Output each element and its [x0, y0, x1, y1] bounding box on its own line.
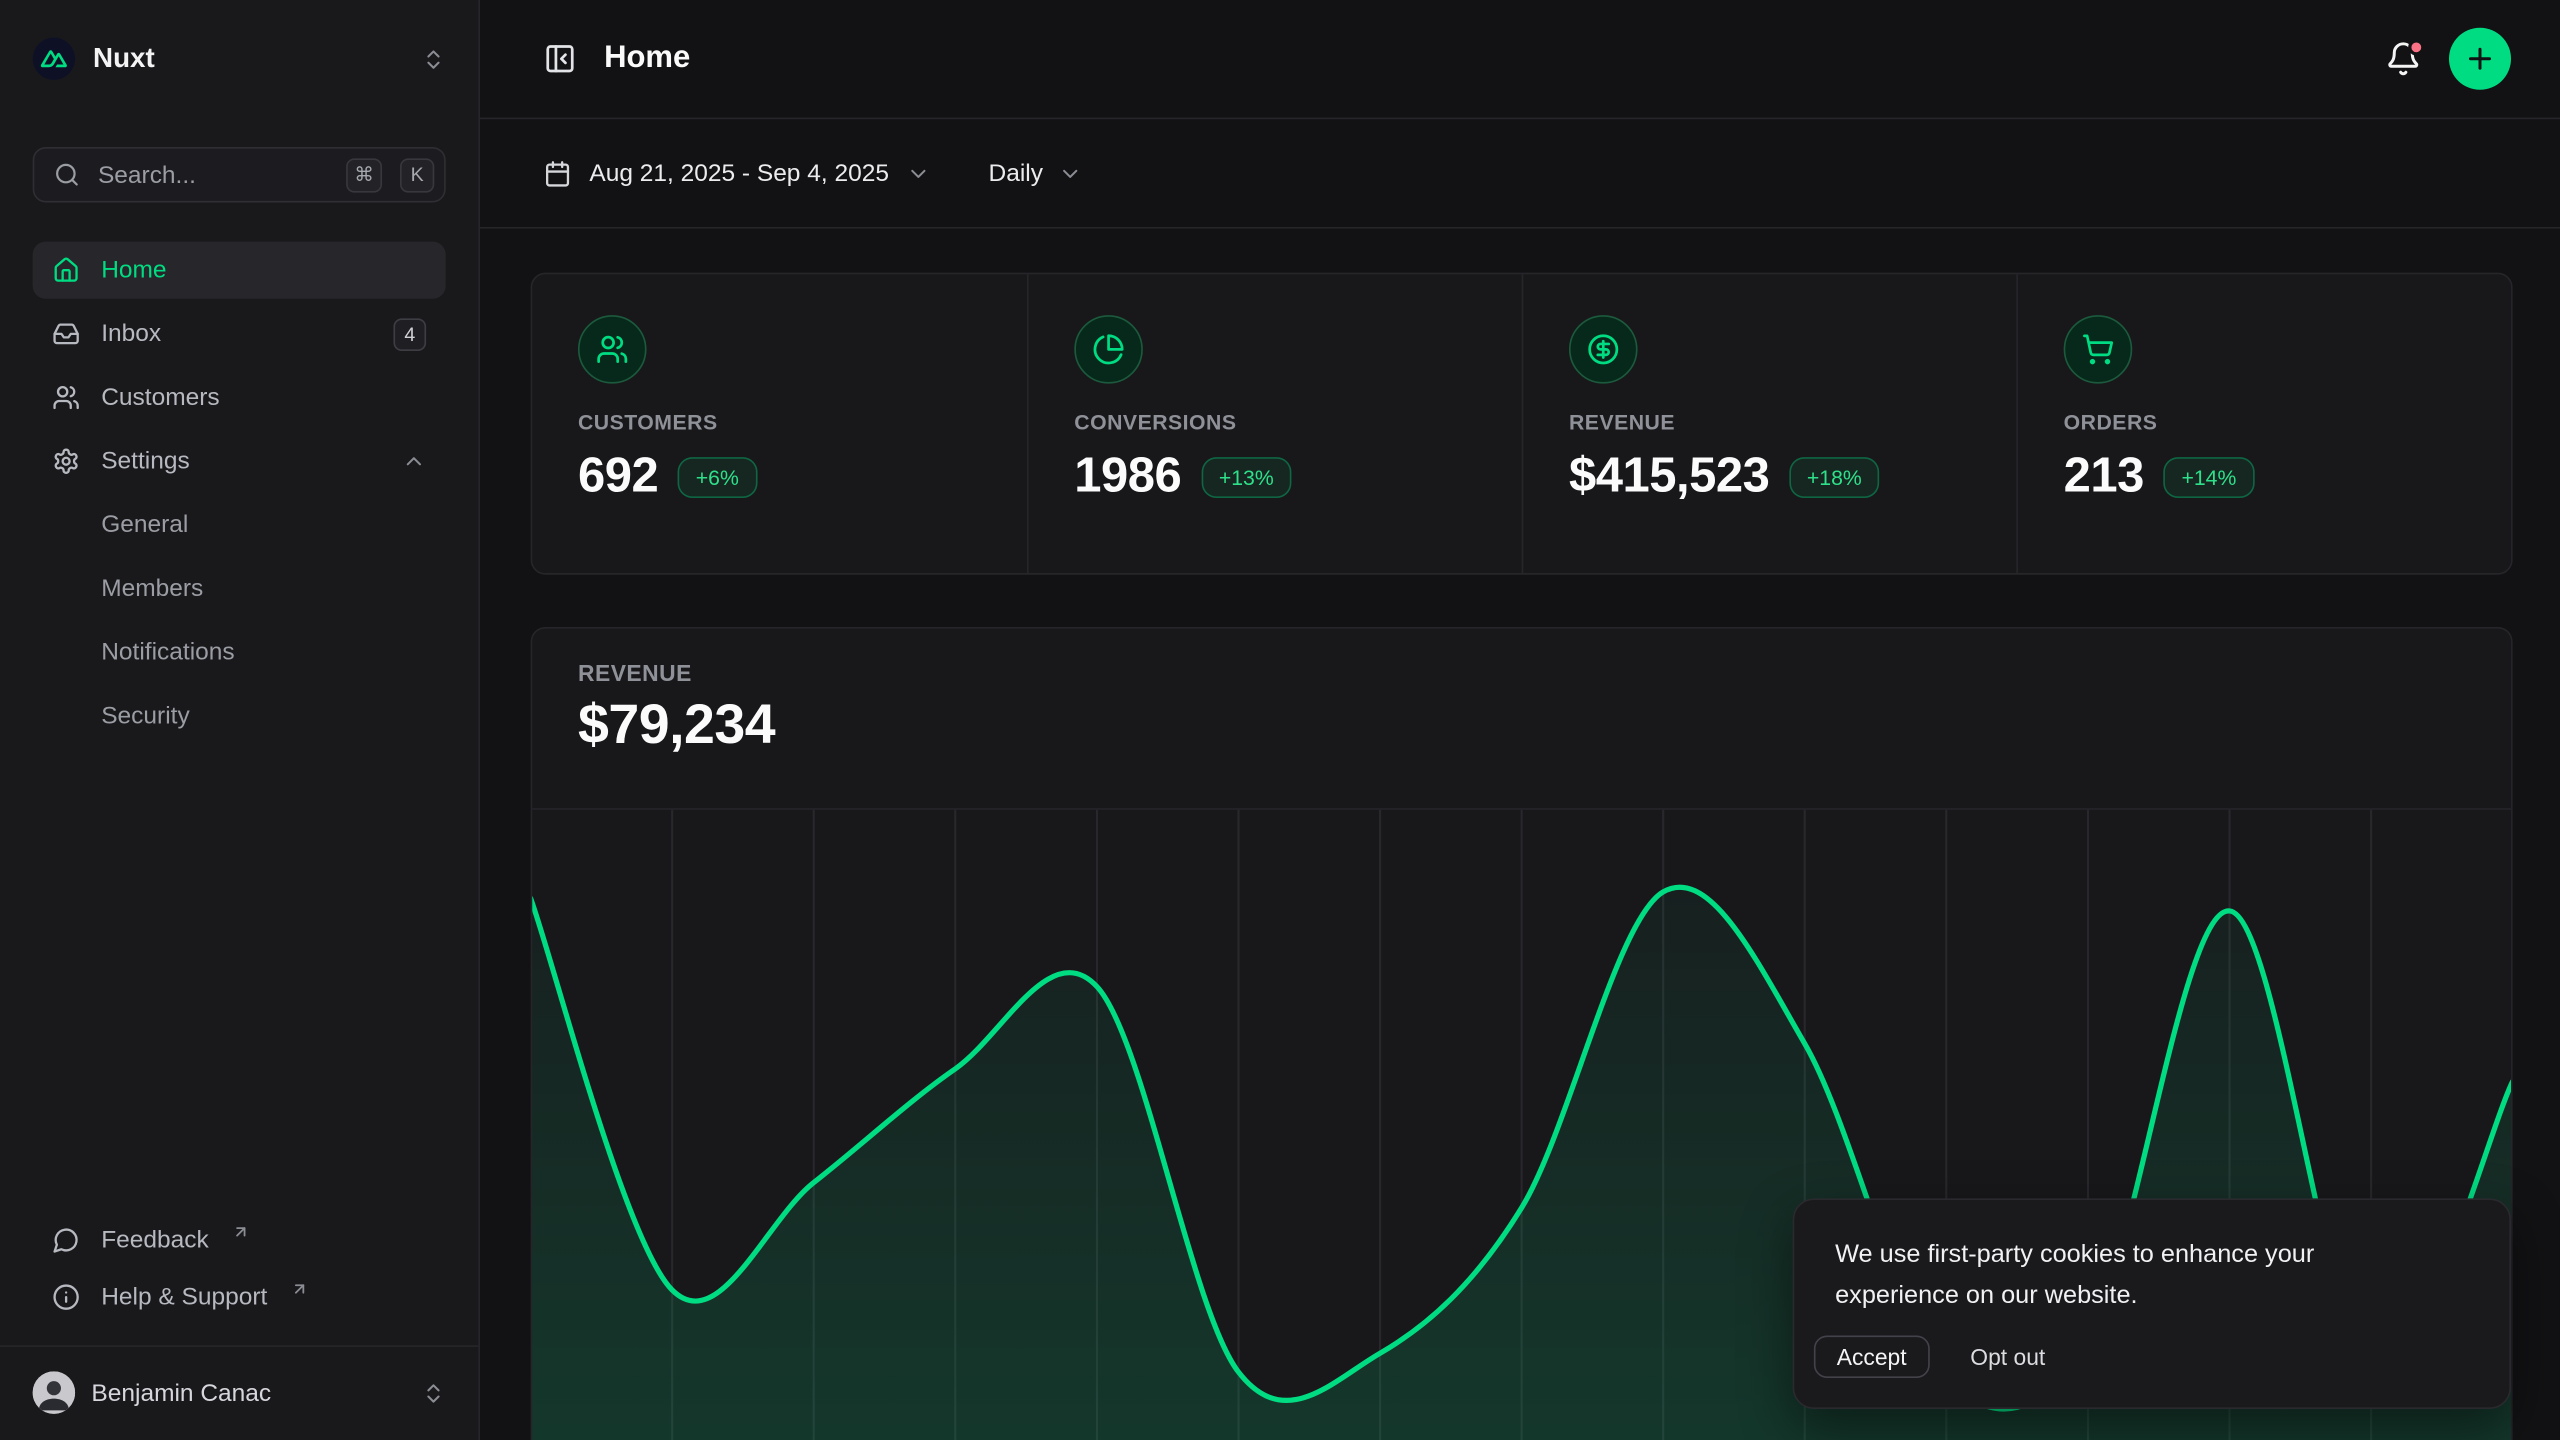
sidebar-item-label: Home	[101, 256, 166, 284]
brand-name: Nuxt	[93, 42, 403, 75]
chevron-down-icon	[907, 161, 931, 185]
stat-value: 1986	[1074, 449, 1181, 505]
help-support-label: Help & Support	[101, 1283, 267, 1311]
stat-card-revenue: REVENUE $415,523 +18%	[1522, 274, 2017, 573]
sidebar-collapse-icon[interactable]	[544, 42, 577, 75]
circle-dollar-icon	[1569, 315, 1638, 384]
page-title: Home	[604, 41, 690, 77]
sidebar-item-label: Settings	[101, 447, 189, 475]
gear-icon	[52, 447, 80, 475]
sidebar-item-general[interactable]: General	[33, 496, 446, 553]
sidebar-item-home[interactable]: Home	[33, 242, 446, 299]
info-circle-icon	[52, 1283, 80, 1311]
plus-icon	[2464, 42, 2497, 75]
revenue-panel-value: $79,234	[578, 694, 2465, 758]
avatar	[33, 1371, 75, 1413]
external-link-icon	[232, 1223, 250, 1241]
user-menu-button[interactable]: Benjamin Canac	[33, 1362, 446, 1424]
stats-row: CUSTOMERS 692 +6% CONVERSIONS 1986 +13%	[531, 273, 2513, 575]
shopping-cart-icon	[2064, 315, 2133, 384]
notification-dot	[2408, 39, 2424, 55]
granularity-label: Daily	[989, 159, 1043, 187]
users-icon	[52, 384, 80, 412]
stat-value: 692	[578, 449, 658, 505]
chevron-up-icon	[402, 449, 426, 473]
stat-label: CUSTOMERS	[578, 410, 981, 434]
nuxt-logo-icon	[33, 38, 75, 80]
stat-value: 213	[2064, 449, 2144, 505]
inbox-icon	[52, 320, 80, 348]
sidebar-footer: Feedback Help & Support Benjamin	[0, 1211, 478, 1440]
team-switcher[interactable]: Nuxt	[33, 23, 446, 95]
sidebar-item-label: Inbox	[101, 320, 161, 348]
stat-label: ORDERS	[2064, 410, 2466, 434]
sidebar: Nuxt Search... ⌘ K Home	[0, 0, 480, 1440]
opt-out-button[interactable]: Opt out	[1961, 1342, 2056, 1371]
date-range-label: Aug 21, 2025 - Sep 4, 2025	[589, 159, 889, 187]
granularity-select[interactable]: Daily	[989, 159, 1083, 187]
stat-card-customers: CUSTOMERS 692 +6%	[532, 274, 1027, 573]
search-icon	[54, 162, 80, 188]
notifications-button[interactable]	[2385, 41, 2421, 77]
stat-card-conversions: CONVERSIONS 1986 +13%	[1027, 274, 1522, 573]
sidebar-item-customers[interactable]: Customers	[33, 369, 446, 426]
delta-badge: +6%	[678, 456, 757, 497]
calendar-icon	[544, 159, 572, 187]
sidebar-nav: Home Inbox 4 Customers Settings	[0, 202, 478, 744]
stat-label: REVENUE	[1569, 410, 1971, 434]
sub-item-label: Notifications	[101, 638, 234, 666]
message-bubble-icon	[52, 1226, 80, 1254]
delta-badge: +18%	[1789, 456, 1880, 497]
delta-badge: +14%	[2164, 456, 2255, 497]
users-icon	[578, 315, 647, 384]
revenue-panel-label: REVENUE	[578, 660, 2465, 686]
cookie-message-line1: We use first-party cookies to enhance yo…	[1835, 1234, 2468, 1275]
help-support-link[interactable]: Help & Support	[33, 1269, 446, 1326]
search-placeholder: Search...	[98, 161, 328, 189]
pie-chart-icon	[1074, 315, 1143, 384]
divider	[0, 1345, 478, 1347]
app-window: Nuxt Search... ⌘ K Home	[0, 0, 2560, 1440]
inbox-count-badge: 4	[393, 318, 426, 351]
home-icon	[52, 256, 80, 284]
delta-badge: +13%	[1201, 456, 1292, 497]
chevrons-up-down-icon	[421, 1380, 445, 1404]
stat-label: CONVERSIONS	[1074, 410, 1476, 434]
stat-card-orders: ORDERS 213 +14%	[2016, 274, 2511, 573]
chevrons-up-down-icon	[421, 47, 445, 71]
filters-toolbar: Aug 21, 2025 - Sep 4, 2025 Daily	[480, 119, 2560, 228]
sub-item-label: Security	[101, 702, 189, 730]
feedback-link[interactable]: Feedback	[33, 1211, 446, 1268]
accept-button[interactable]: Accept	[1814, 1336, 1930, 1378]
sidebar-item-notifications[interactable]: Notifications	[33, 624, 446, 681]
sidebar-item-label: Customers	[101, 384, 219, 412]
user-name: Benjamin Canac	[91, 1379, 404, 1407]
stat-value: $415,523	[1569, 449, 1769, 505]
date-range-picker[interactable]: Aug 21, 2025 - Sep 4, 2025	[544, 159, 932, 187]
sidebar-item-security[interactable]: Security	[33, 687, 446, 744]
sub-item-label: Members	[101, 575, 203, 603]
cookie-message-line2: experience on our website.	[1835, 1275, 2468, 1316]
add-button[interactable]	[2449, 28, 2511, 90]
sidebar-item-inbox[interactable]: Inbox 4	[33, 305, 446, 362]
sub-item-label: General	[101, 511, 188, 539]
kbd-k: K	[400, 158, 434, 192]
kbd-meta: ⌘	[346, 158, 382, 192]
cookie-banner: We use first-party cookies to enhance yo…	[1793, 1198, 2511, 1409]
feedback-label: Feedback	[101, 1226, 209, 1254]
search-input[interactable]: Search... ⌘ K	[33, 147, 446, 203]
page-header: Home	[480, 0, 2560, 119]
sidebar-item-members[interactable]: Members	[33, 560, 446, 617]
external-link-icon	[290, 1280, 308, 1298]
chevron-down-icon	[1058, 161, 1082, 185]
sidebar-item-settings[interactable]: Settings	[33, 433, 446, 490]
